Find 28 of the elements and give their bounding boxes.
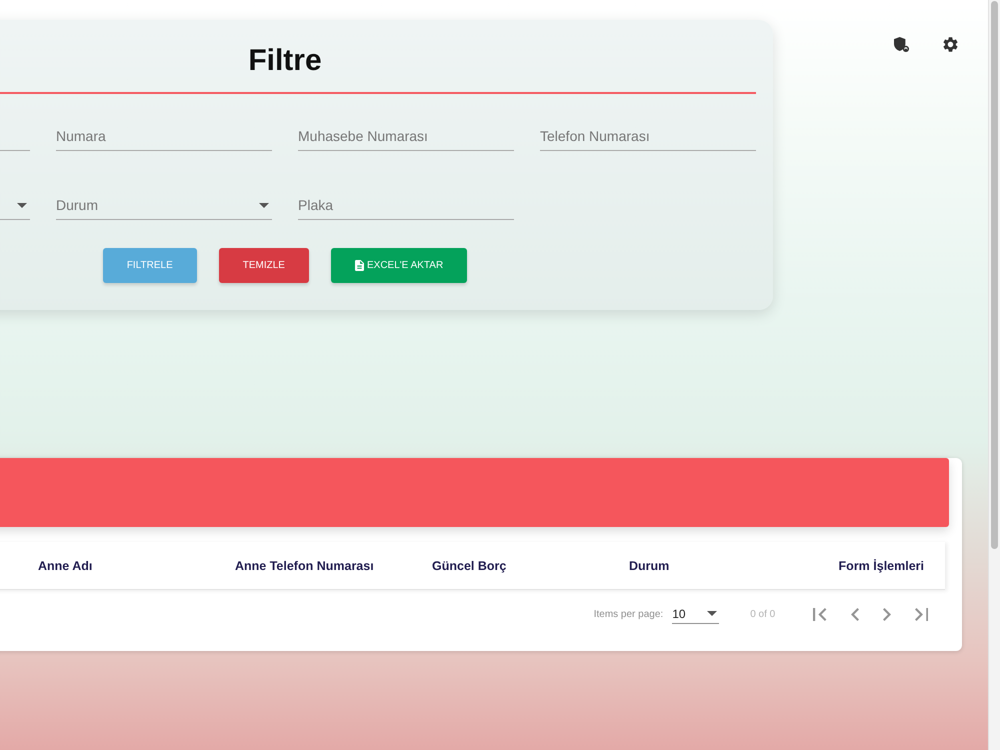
shield-lock-icon[interactable] bbox=[894, 37, 909, 52]
chevron-right-icon[interactable] bbox=[882, 608, 891, 620]
clear-button[interactable]: TEMIZLE bbox=[218, 248, 309, 283]
select-field[interactable]: Durum bbox=[56, 191, 272, 220]
last-page-icon[interactable] bbox=[914, 608, 928, 620]
caret-icon bbox=[259, 202, 269, 208]
column-header: Durum bbox=[629, 558, 670, 572]
export-button[interactable]: EXCEL'E AKTAR bbox=[330, 248, 468, 283]
page-range-label: 0 of 0 bbox=[750, 608, 776, 620]
settings-icon[interactable] bbox=[943, 37, 958, 52]
column-header: Anne Adı bbox=[38, 558, 92, 572]
text-field[interactable]: Plaka bbox=[298, 191, 514, 220]
file-icon bbox=[354, 260, 364, 271]
column-header: Form İşlemleri bbox=[838, 558, 924, 572]
column-header: Anne Telefon Numarası bbox=[235, 558, 374, 572]
filter-title: Filtre bbox=[248, 43, 322, 79]
filter-button[interactable]: FILTRELE bbox=[102, 248, 197, 283]
items-per-page-label: Items per page: bbox=[594, 608, 664, 620]
first-page-icon[interactable] bbox=[813, 608, 827, 620]
chevron-left-icon[interactable] bbox=[850, 608, 859, 620]
text-field[interactable]: Muhasebe Numarası bbox=[298, 122, 514, 151]
scrollbar-thumb[interactable] bbox=[991, 1, 998, 549]
column-header: Güncel Borç bbox=[432, 558, 506, 572]
text-field[interactable]: Telefon Numarası bbox=[540, 122, 756, 151]
caret-icon bbox=[17, 202, 27, 208]
caret-icon bbox=[707, 611, 718, 616]
text-field[interactable]: Numara bbox=[56, 122, 272, 151]
page-size-select[interactable]: 10 bbox=[672, 604, 720, 624]
